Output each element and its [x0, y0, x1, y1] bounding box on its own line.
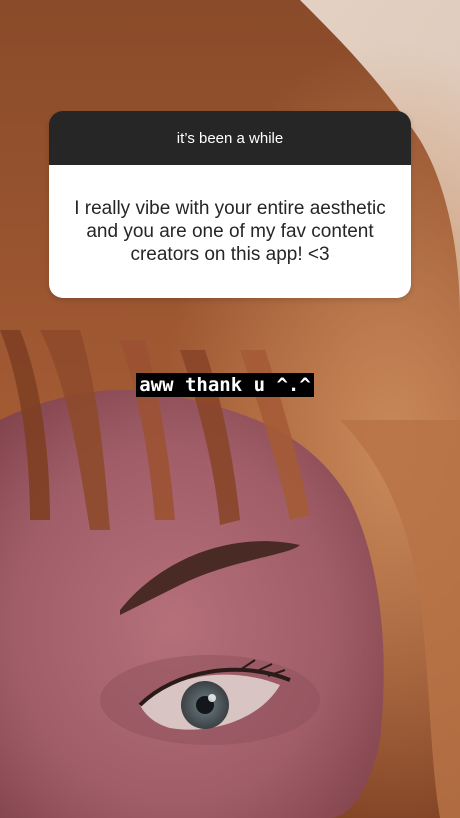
reply-caption: aww thank u ^.^ — [0, 373, 460, 397]
question-text: I really vibe with your entire aesthetic… — [49, 165, 411, 298]
reply-text: aww thank u ^.^ — [136, 373, 314, 397]
story-screen: it’s been a while I really vibe with you… — [0, 0, 460, 818]
question-card: it’s been a while I really vibe with you… — [49, 111, 411, 298]
question-header: it’s been a while — [49, 111, 411, 165]
